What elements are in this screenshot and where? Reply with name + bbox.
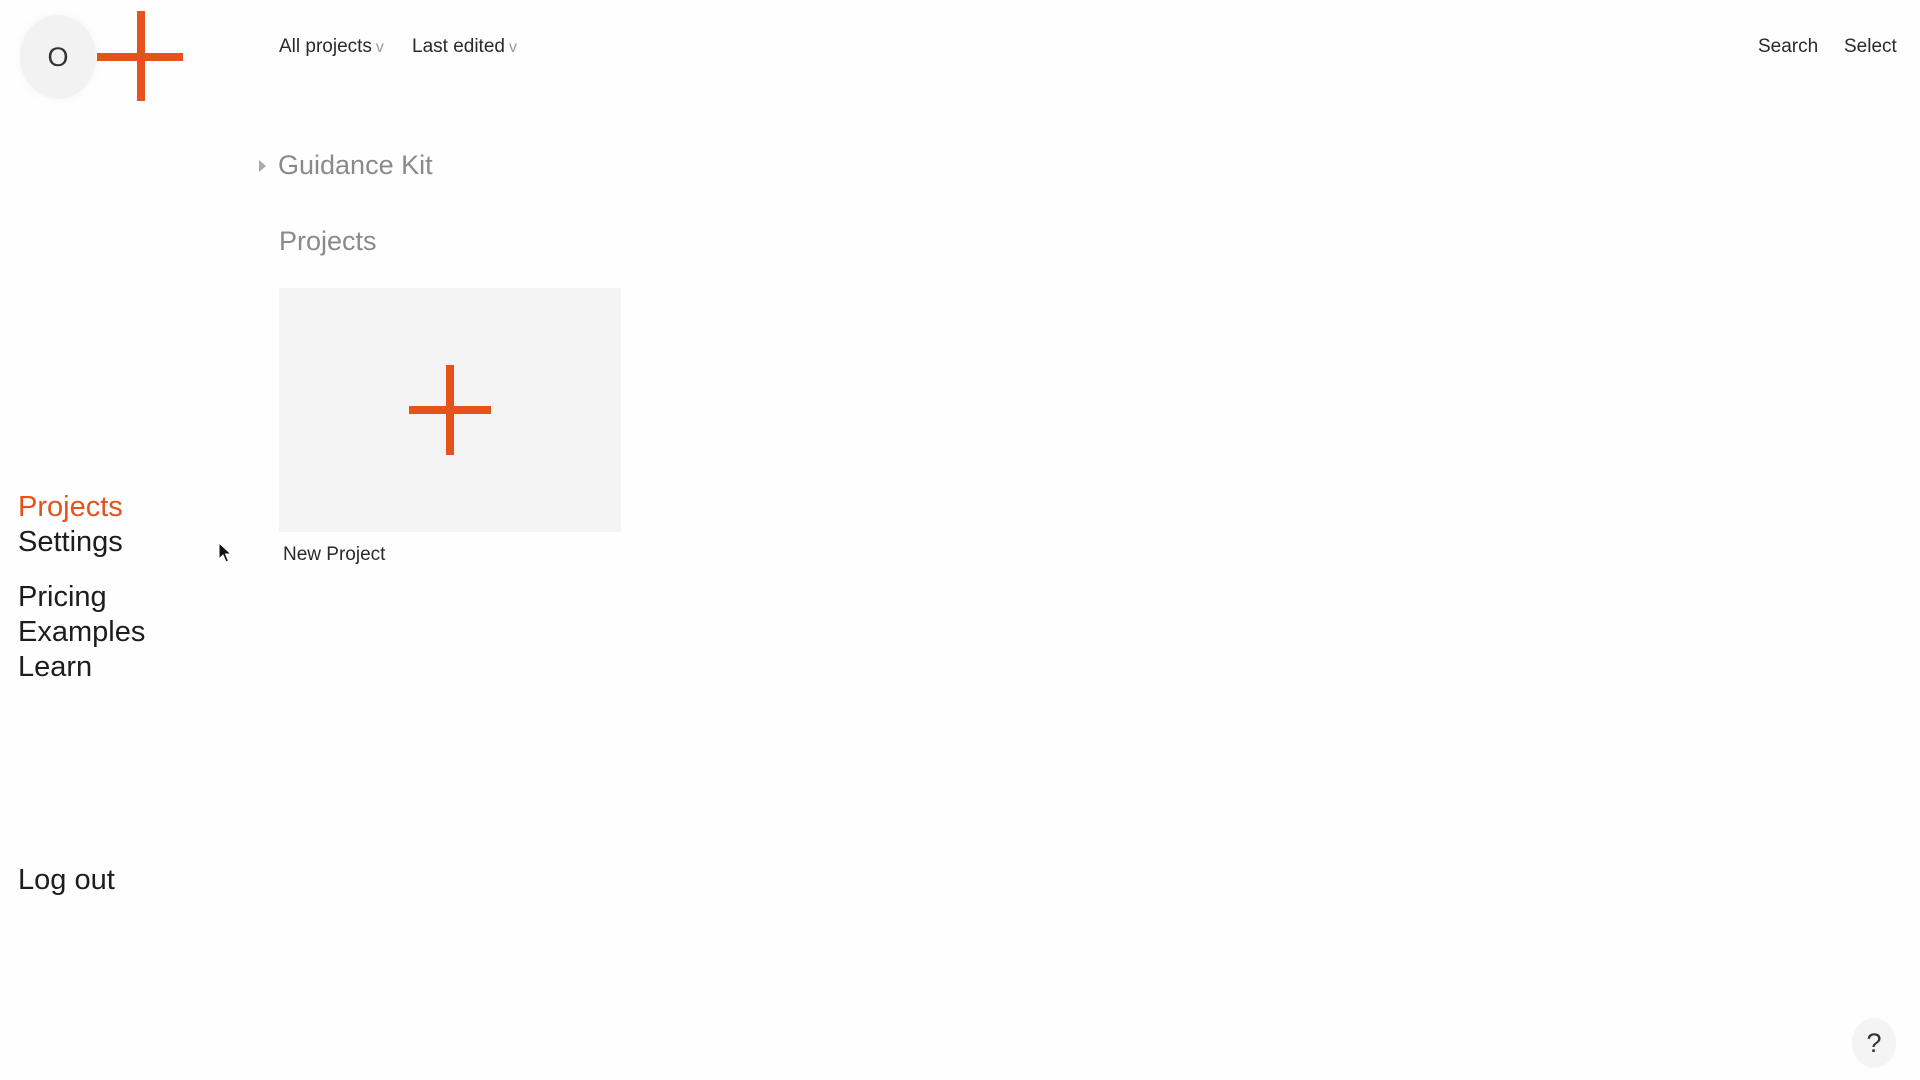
chevron-down-icon: v bbox=[508, 39, 517, 56]
avatar-initial: O bbox=[47, 41, 69, 72]
projects-section-title: Projects bbox=[279, 226, 377, 256]
sidebar-item-learn[interactable]: Learn bbox=[18, 650, 145, 685]
new-project-thumbnail[interactable] bbox=[279, 288, 621, 532]
sidebar-primary-nav: Projects Settings bbox=[18, 490, 123, 560]
sidebar-item-settings[interactable]: Settings bbox=[18, 525, 123, 560]
guidance-kit-toggle[interactable]: Guidance Kit bbox=[259, 150, 433, 181]
all-projects-filter[interactable]: All projects v bbox=[279, 36, 384, 58]
help-button[interactable]: ? bbox=[1852, 1018, 1896, 1068]
chevron-down-icon: v bbox=[375, 39, 384, 56]
sidebar-item-pricing[interactable]: Pricing bbox=[18, 580, 145, 615]
sidebar-footer-nav: Log out bbox=[18, 863, 115, 898]
new-project-label: New Project bbox=[283, 544, 386, 565]
sidebar-secondary-nav: Pricing Examples Learn bbox=[18, 580, 145, 685]
new-project-card[interactable]: New Project bbox=[279, 288, 621, 566]
help-icon: ? bbox=[1866, 1027, 1882, 1058]
search-button[interactable]: Search bbox=[1758, 36, 1818, 58]
guidance-kit-title: Guidance Kit bbox=[278, 150, 433, 180]
plus-icon bbox=[409, 365, 491, 455]
sort-filter[interactable]: Last edited v bbox=[412, 36, 517, 58]
mouse-cursor-icon bbox=[218, 542, 232, 563]
logout-link[interactable]: Log out bbox=[18, 863, 115, 898]
sidebar-item-examples[interactable]: Examples bbox=[18, 615, 145, 650]
sort-label: Last edited bbox=[412, 36, 505, 57]
sidebar-item-projects[interactable]: Projects bbox=[18, 490, 123, 525]
app-page: O All projects v Last edited v Search Sele… bbox=[0, 0, 1920, 1080]
select-button[interactable]: Select bbox=[1844, 36, 1897, 58]
all-projects-label: All projects bbox=[279, 36, 372, 57]
user-avatar[interactable]: O bbox=[20, 15, 96, 99]
logo-plus-icon[interactable] bbox=[97, 11, 183, 101]
caret-right-icon bbox=[259, 159, 266, 172]
